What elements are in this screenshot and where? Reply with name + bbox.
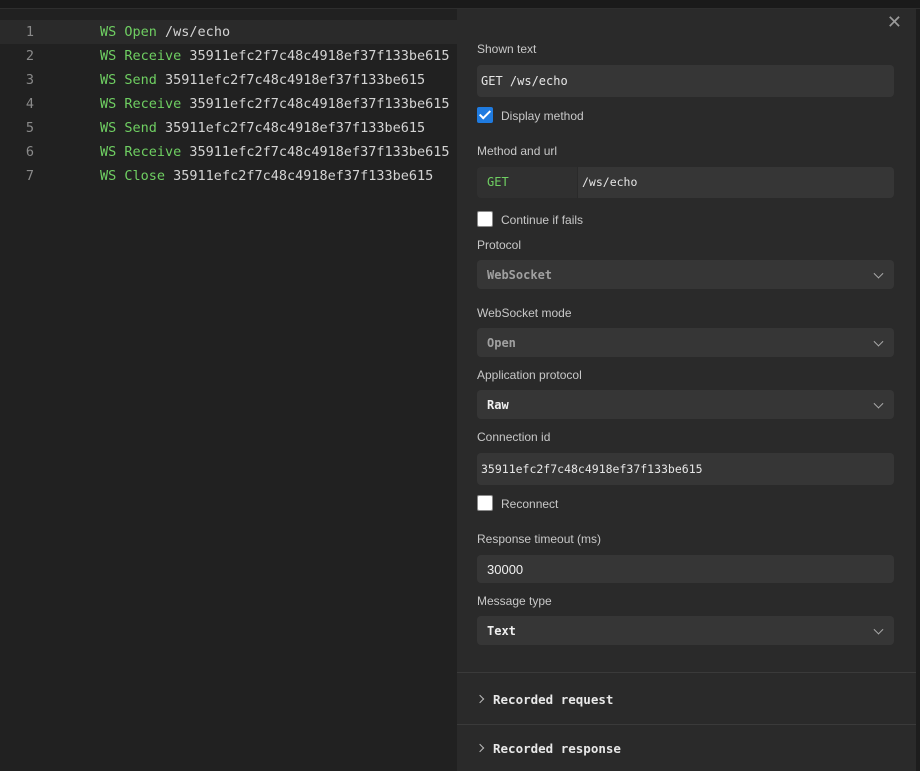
response-timeout-value: 30000	[487, 561, 524, 577]
line-number: 6	[25, 144, 34, 160]
line-number: 5	[25, 120, 34, 136]
chevron-down-icon	[873, 268, 884, 279]
recorded-request-label: Recorded request	[493, 692, 614, 707]
url-input[interactable]: /ws/echo	[577, 167, 894, 198]
scrollbar[interactable]	[916, 9, 920, 771]
reconnect-checkbox[interactable]	[477, 495, 493, 511]
line-number: 4	[25, 96, 34, 112]
line-keyword: WS Close	[100, 168, 166, 184]
response-timeout-input[interactable]: 30000	[477, 555, 894, 583]
line-argument: 35911efc2f7c48c4918ef37f133be615	[165, 120, 426, 136]
chevron-down-icon	[873, 624, 884, 635]
editor-line[interactable]: 3 WS Send 35911efc2f7c48c4918ef37f133be6…	[0, 68, 457, 92]
close-icon[interactable]: ✕	[887, 13, 902, 31]
application-protocol-select[interactable]: Raw	[477, 390, 894, 419]
editor-line[interactable]: 1 WS Open /ws/echo	[0, 20, 457, 44]
chevron-right-icon	[475, 694, 485, 704]
line-number: 1	[25, 24, 34, 40]
protocol-select[interactable]: WebSocket	[477, 260, 894, 289]
editor-line[interactable]: 2 WS Receive 35911efc2f7c48c4918ef37f133…	[0, 44, 457, 68]
shown-text-label: Shown text	[477, 42, 537, 56]
shown-text-value: GET /ws/echo	[481, 74, 568, 88]
line-argument: 35911efc2f7c48c4918ef37f133be615	[173, 168, 434, 184]
divider	[457, 672, 916, 673]
method-select[interactable]: GET	[477, 167, 577, 198]
reconnect-label: Reconnect	[501, 497, 559, 511]
display-method-label: Display method	[501, 109, 584, 123]
connection-id-label: Connection id	[477, 430, 551, 444]
application-protocol-label: Application protocol	[477, 368, 582, 382]
line-keyword: WS Send	[100, 120, 157, 136]
application-protocol-value: Raw	[487, 397, 509, 412]
message-type-value: Text	[487, 623, 516, 638]
top-bar	[0, 0, 920, 9]
editor-line[interactable]: 5 WS Send 35911efc2f7c48c4918ef37f133be6…	[0, 116, 457, 140]
line-argument: 35911efc2f7c48c4918ef37f133be615	[189, 144, 450, 160]
editor-line[interactable]: 4 WS Receive 35911efc2f7c48c4918ef37f133…	[0, 92, 457, 116]
line-keyword: WS Open	[100, 24, 157, 40]
continue-if-fails-label: Continue if fails	[501, 213, 584, 227]
line-keyword: WS Send	[100, 72, 157, 88]
line-keyword: WS Receive	[100, 144, 182, 160]
recorded-response-toggle[interactable]: Recorded response	[475, 741, 621, 756]
shown-text-input[interactable]: GET /ws/echo	[477, 65, 894, 97]
line-argument: /ws/echo	[165, 24, 231, 40]
protocol-value: WebSocket	[487, 267, 553, 282]
websocket-mode-select[interactable]: Open	[477, 328, 894, 357]
line-keyword: WS Receive	[100, 48, 182, 64]
message-type-select[interactable]: Text	[477, 616, 894, 645]
chevron-down-icon	[873, 398, 884, 409]
line-number: 7	[25, 168, 34, 184]
line-keyword: WS Receive	[100, 96, 182, 112]
line-argument: 35911efc2f7c48c4918ef37f133be615	[165, 72, 426, 88]
line-number: 2	[25, 48, 34, 64]
connection-id-value: 35911efc2f7c48c4918ef37f133be615	[481, 462, 703, 476]
message-type-label: Message type	[477, 594, 552, 608]
step-settings-panel: ✕ Shown text GET /ws/echo Display method…	[457, 9, 916, 771]
websocket-mode-value: Open	[487, 335, 516, 350]
line-argument: 35911efc2f7c48c4918ef37f133be615	[189, 96, 450, 112]
protocol-label: Protocol	[477, 238, 522, 252]
display-method-checkbox[interactable]	[477, 107, 493, 123]
editor-line[interactable]: 6 WS Receive 35911efc2f7c48c4918ef37f133…	[0, 140, 457, 164]
recorded-response-label: Recorded response	[493, 741, 621, 756]
code-editor[interactable]: 1 WS Open /ws/echo 2 WS Receive 35911efc…	[0, 9, 457, 771]
connection-id-input[interactable]: 35911efc2f7c48c4918ef37f133be615	[477, 453, 894, 485]
continue-if-fails-checkbox[interactable]	[477, 211, 493, 227]
chevron-right-icon	[475, 743, 485, 753]
recorded-request-toggle[interactable]: Recorded request	[475, 692, 614, 707]
line-argument: 35911efc2f7c48c4918ef37f133be615	[189, 48, 450, 64]
chevron-down-icon	[873, 336, 884, 347]
editor-line[interactable]: 7 WS Close 35911efc2f7c48c4918ef37f133be…	[0, 164, 457, 188]
divider	[457, 724, 916, 725]
method-url-label: Method and url	[477, 144, 558, 158]
line-number: 3	[25, 72, 34, 88]
websocket-mode-label: WebSocket mode	[477, 306, 572, 320]
response-timeout-label: Response timeout (ms)	[477, 532, 602, 546]
